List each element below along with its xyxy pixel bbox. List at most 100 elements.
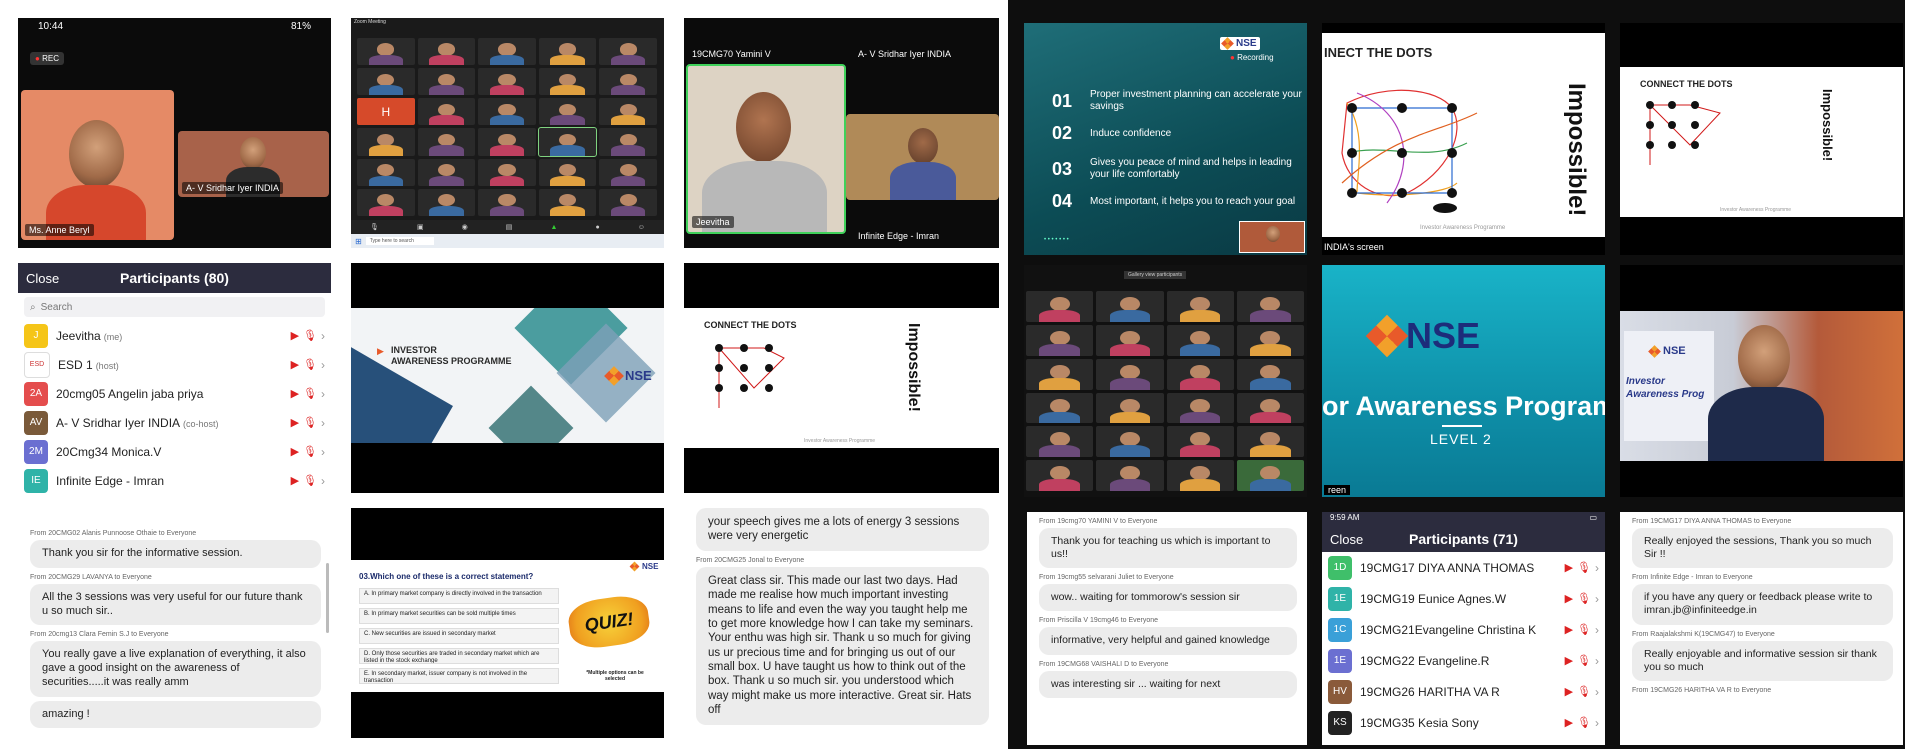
- participant-row[interactable]: AV A- V Sridhar Iyer INDIA (co-host) ▶ 🎙 ›: [18, 408, 331, 437]
- close-button[interactable]: Close: [1330, 532, 1363, 547]
- participants-icon[interactable]: ◉: [462, 223, 468, 231]
- participant-row[interactable]: 1E 19CMG19 Eunice Agnes.W ▶ 🎙 ›: [1322, 583, 1605, 614]
- gallery-cell[interactable]: [1096, 426, 1164, 458]
- gallery-cell[interactable]: [599, 38, 657, 66]
- gallery-cell[interactable]: [1026, 291, 1094, 322]
- gallery-cell[interactable]: [599, 188, 657, 216]
- gallery-cell[interactable]: [1096, 392, 1164, 424]
- gallery-cell[interactable]: [599, 98, 657, 126]
- participants-title: Participants (80): [120, 270, 229, 286]
- gallery-cell[interactable]: [1236, 291, 1304, 322]
- participant-row[interactable]: 1D 19CMG17 DIYA ANNA THOMAS ▶ 🎙 ›: [1322, 552, 1605, 583]
- taskbar: ⊞ Type here to search: [351, 234, 664, 248]
- gallery-cell[interactable]: [1026, 460, 1094, 491]
- participant-row[interactable]: J Jeevitha (me) ▶ 🎙 ›: [18, 321, 331, 350]
- quiz-option[interactable]: C. New securities are issued in secondar…: [359, 628, 559, 644]
- participant-row[interactable]: ESD ESD 1 (host) ▶ 🎙 ›: [18, 350, 331, 379]
- gallery-cell[interactable]: [357, 68, 415, 96]
- participant-row[interactable]: 1E 19CMG22 Evangeline.R ▶ 🎙 ›: [1322, 645, 1605, 676]
- close-button[interactable]: Close: [26, 271, 59, 286]
- chevron-right-icon[interactable]: ›: [321, 387, 325, 401]
- gallery-cell[interactable]: [1096, 291, 1164, 322]
- iap-slide-tile: ▶ INVESTOR AWARENESS PROGRAMME NSE: [351, 263, 664, 493]
- gallery-cell[interactable]: [1166, 291, 1234, 322]
- gallery-cell[interactable]: [538, 188, 597, 216]
- gallery-cell[interactable]: [1236, 392, 1304, 424]
- gallery-cell[interactable]: [1166, 460, 1234, 491]
- record-icon[interactable]: ●: [595, 224, 599, 231]
- gallery-cell[interactable]: [417, 38, 476, 66]
- video-icon[interactable]: ▣: [417, 223, 424, 231]
- gallery-cell[interactable]: [1026, 426, 1094, 458]
- gallery-cell-initial[interactable]: H: [357, 98, 415, 126]
- gallery-cell[interactable]: [599, 158, 657, 186]
- gallery-cell[interactable]: [417, 128, 476, 156]
- participant-row[interactable]: 1C 19CMG21Evangeline Christina K ▶ 🎙 ›: [1322, 614, 1605, 645]
- gallery-cell[interactable]: [417, 188, 476, 216]
- gallery-cell[interactable]: [478, 98, 536, 126]
- participants-search[interactable]: ⌕ Search: [24, 297, 325, 317]
- gallery-cell[interactable]: [478, 38, 536, 66]
- windows-icon[interactable]: ⊞: [355, 237, 362, 246]
- chevron-right-icon[interactable]: ›: [321, 358, 325, 372]
- gallery-cell[interactable]: [538, 98, 597, 126]
- gallery-cell[interactable]: [1096, 324, 1164, 356]
- chevron-right-icon[interactable]: ›: [321, 329, 325, 343]
- gallery-cell[interactable]: [417, 98, 476, 126]
- gallery-cell[interactable]: [538, 158, 597, 186]
- gallery-cell[interactable]: [1236, 426, 1304, 458]
- chevron-right-icon[interactable]: ›: [1595, 685, 1599, 699]
- chevron-right-icon[interactable]: ›: [1595, 716, 1599, 730]
- chevron-right-icon[interactable]: ›: [321, 416, 325, 430]
- gallery-cell[interactable]: [538, 38, 597, 66]
- participant-row[interactable]: HV 19CMG26 HARITHA VA R ▶ 🎙 ›: [1322, 676, 1605, 707]
- gallery-cell[interactable]: [478, 158, 536, 186]
- gallery-cell[interactable]: [1026, 392, 1094, 424]
- gallery-cell[interactable]: [357, 188, 415, 216]
- participant-row[interactable]: IE Infinite Edge - Imran ▶ 🎙 ›: [18, 466, 331, 493]
- gallery-cell[interactable]: [1166, 392, 1234, 424]
- chevron-right-icon[interactable]: ›: [1595, 561, 1599, 575]
- reactions-icon[interactable]: ☺: [638, 224, 645, 231]
- gallery-cell[interactable]: [478, 128, 536, 156]
- chevron-right-icon[interactable]: ›: [321, 445, 325, 459]
- gallery-cell[interactable]: [1166, 426, 1234, 458]
- share-screen-icon[interactable]: ▲: [550, 224, 557, 231]
- gallery-cell[interactable]: [357, 128, 415, 156]
- gallery-cell[interactable]: [357, 158, 415, 186]
- gallery-cell[interactable]: [1096, 358, 1164, 390]
- gallery-cell[interactable]: [1166, 324, 1234, 356]
- gallery-cell[interactable]: [417, 68, 476, 96]
- taskbar-search[interactable]: Type here to search: [365, 237, 434, 245]
- gallery-cell[interactable]: [1096, 460, 1164, 491]
- participant-row[interactable]: 2A 20cmg05 Angelin jaba priya ▶ 🎙 ›: [18, 379, 331, 408]
- quiz-option[interactable]: E. In secondary market, issuer company i…: [359, 668, 559, 684]
- gallery-cell[interactable]: [1026, 324, 1094, 356]
- chat-bubble: All the 3 sessions was very useful for o…: [30, 583, 321, 626]
- quiz-option[interactable]: B. In primary market securities can be s…: [359, 608, 559, 624]
- gallery-cell[interactable]: [1166, 358, 1234, 390]
- chevron-right-icon[interactable]: ›: [1595, 623, 1599, 637]
- participant-row[interactable]: 2M 20Cmg34 Monica.V ▶ 🎙 ›: [18, 437, 331, 466]
- gallery-cell[interactable]: [478, 68, 536, 96]
- gallery-cell[interactable]: [599, 128, 657, 156]
- gallery-cell[interactable]: [1236, 358, 1304, 390]
- quiz-option[interactable]: A. In primary market company is directly…: [359, 588, 559, 604]
- gallery-cell[interactable]: [599, 68, 657, 96]
- gallery-cell[interactable]: [357, 38, 415, 66]
- chat-icon[interactable]: ▤: [506, 223, 513, 231]
- chevron-right-icon[interactable]: ›: [321, 474, 325, 488]
- gallery-cell[interactable]: [537, 127, 598, 157]
- gallery-cell[interactable]: [1236, 460, 1304, 491]
- chat-scrollbar[interactable]: [326, 563, 329, 633]
- mic-icon[interactable]: 🎙: [370, 223, 379, 231]
- gallery-cell[interactable]: [538, 68, 597, 96]
- gallery-cell[interactable]: [417, 158, 476, 186]
- gallery-cell[interactable]: [1236, 324, 1304, 356]
- chevron-right-icon[interactable]: ›: [1595, 592, 1599, 606]
- gallery-cell[interactable]: [478, 188, 536, 216]
- participant-row[interactable]: KS 19CMG35 Kesia Sony ▶ 🎙 ›: [1322, 707, 1605, 738]
- quiz-option[interactable]: D. Only those securities are traded in s…: [359, 648, 559, 664]
- chevron-right-icon[interactable]: ›: [1595, 654, 1599, 668]
- gallery-cell[interactable]: [1026, 358, 1094, 390]
